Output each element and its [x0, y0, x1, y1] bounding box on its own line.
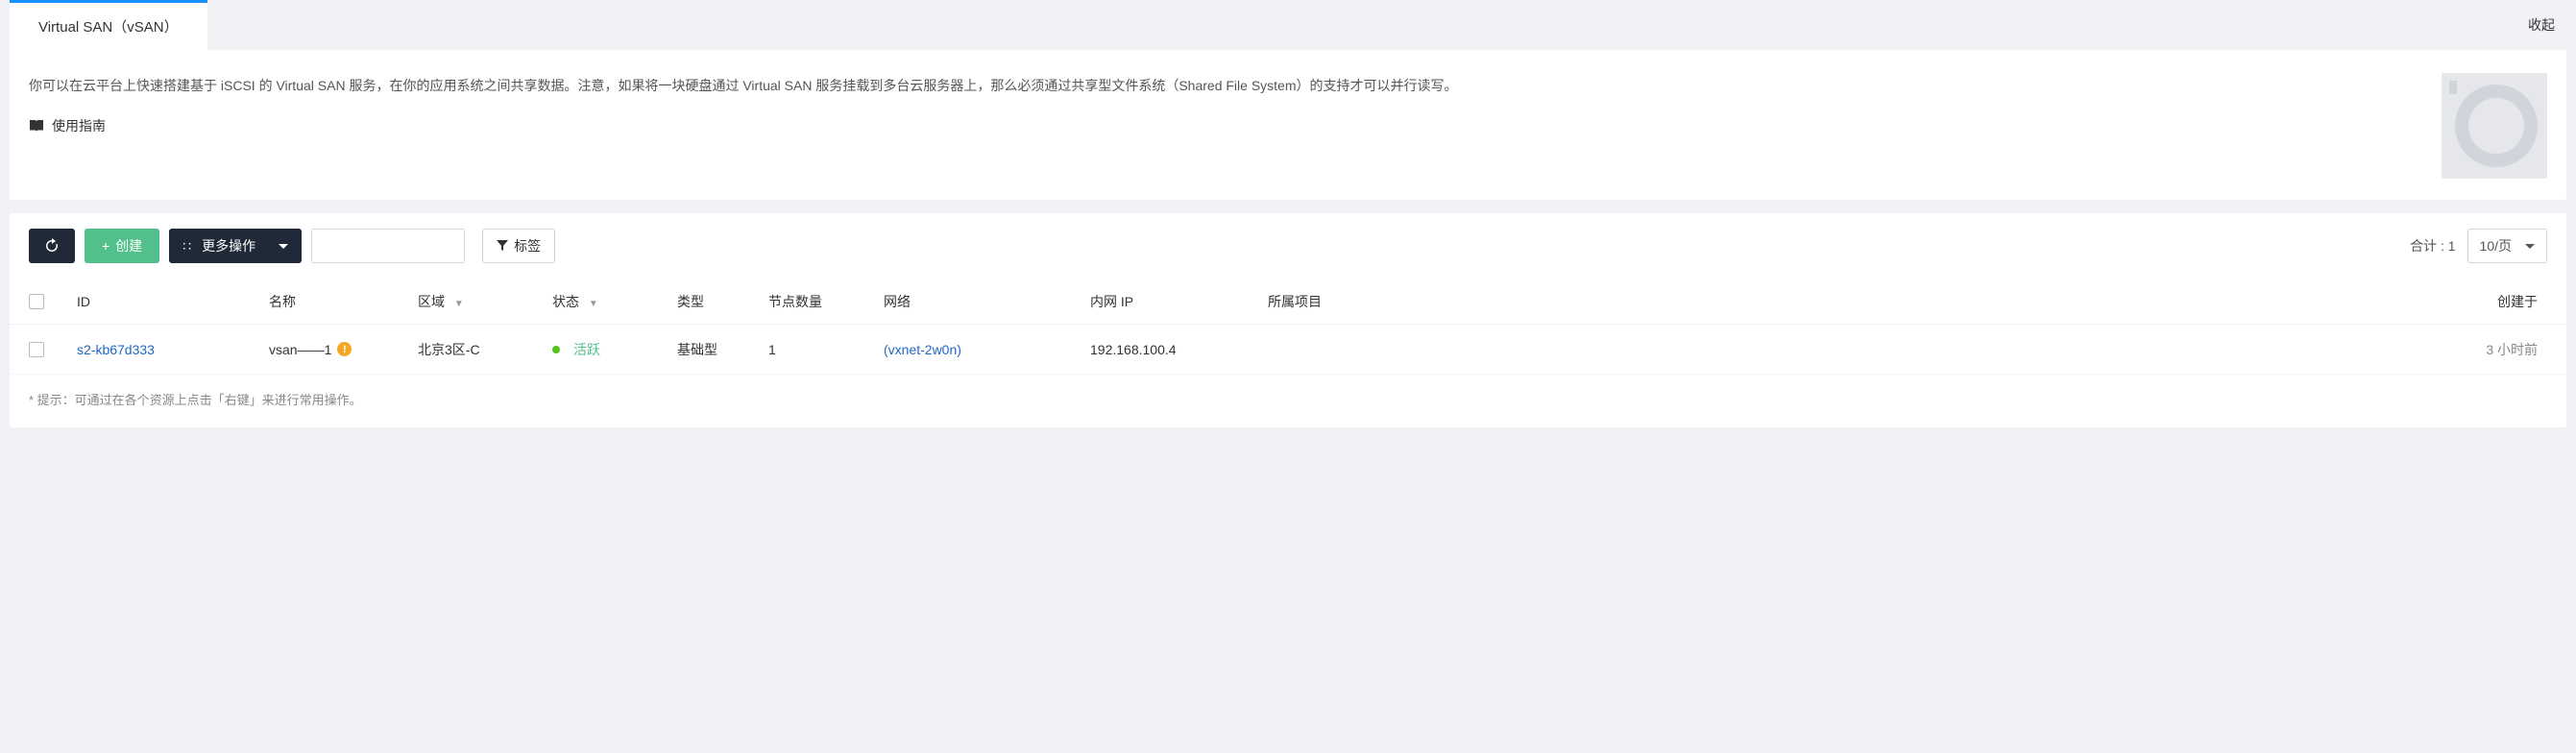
- filter-icon: [497, 240, 508, 252]
- header-id[interactable]: ID: [77, 294, 269, 309]
- total-count: 1: [2448, 238, 2456, 254]
- tag-button[interactable]: 标签: [482, 229, 555, 263]
- more-actions-button[interactable]: ∷ 更多操作: [169, 229, 302, 263]
- cell-status: 活跃: [552, 340, 677, 359]
- header-project[interactable]: 所属项目: [1268, 292, 1378, 311]
- id-link[interactable]: s2-kb67d333: [77, 342, 155, 357]
- guide-link[interactable]: 使用指南: [29, 116, 2403, 135]
- guide-label: 使用指南: [52, 116, 106, 135]
- search-input[interactable]: [311, 229, 465, 263]
- total-prefix: 合计 :: [2410, 238, 2448, 254]
- more-label: 更多操作: [202, 236, 255, 255]
- header-region[interactable]: 区域 ▼: [418, 292, 552, 311]
- row-checkbox[interactable]: [29, 342, 44, 357]
- status-text: 活跃: [573, 340, 600, 359]
- sort-icon: ▼: [454, 299, 464, 309]
- cell-id: s2-kb67d333: [77, 342, 269, 357]
- book-icon: [29, 119, 44, 133]
- cell-type: 基础型: [677, 340, 768, 359]
- header-row: Virtual SAN（vSAN） 收起: [0, 0, 2576, 50]
- refresh-icon: [44, 238, 60, 254]
- header-status-label: 状态: [552, 294, 579, 309]
- toolbar: + 创建 ∷ 更多操作 标签 合计 : 1 1: [10, 213, 2566, 279]
- chevron-down-icon: [2525, 244, 2535, 249]
- plus-icon: +: [102, 238, 109, 254]
- dots-icon: ∷: [182, 238, 192, 255]
- tab-vsan[interactable]: Virtual SAN（vSAN）: [10, 0, 207, 50]
- toolbar-left: + 创建 ∷ 更多操作 标签: [29, 229, 555, 263]
- total-label: 合计 : 1: [2410, 236, 2455, 255]
- table-header: ID 名称 区域 ▼ 状态 ▼ 类型 节点数量 网络 内网 IP 所属项目 创建…: [10, 279, 2566, 325]
- toolbar-right: 合计 : 1 10/页: [2410, 229, 2547, 263]
- row-checkbox-cell: [29, 342, 77, 357]
- chevron-down-icon: [279, 244, 288, 249]
- cell-ip: 192.168.100.4: [1090, 342, 1268, 357]
- info-left: 你可以在云平台上快速搭建基于 iSCSI 的 Virtual SAN 服务，在你…: [29, 73, 2442, 135]
- header-type[interactable]: 类型: [677, 292, 768, 311]
- page-size-select[interactable]: 10/页: [2467, 229, 2547, 263]
- cell-region: 北京3区-C: [418, 340, 552, 359]
- header-name[interactable]: 名称: [269, 292, 418, 311]
- hint-text: * 提示：可通过在各个资源上点击「右键」来进行常用操作。: [10, 375, 2566, 408]
- tabs: Virtual SAN（vSAN）: [0, 0, 207, 50]
- header-created[interactable]: 创建于: [1378, 292, 2547, 311]
- create-label: 创建: [115, 236, 142, 255]
- warning-icon[interactable]: !: [337, 342, 352, 356]
- tag-label: 标签: [514, 236, 541, 255]
- header-network[interactable]: 网络: [884, 292, 1090, 311]
- cell-network: (vxnet-2w0n): [884, 342, 1090, 357]
- info-description: 你可以在云平台上快速搭建基于 iSCSI 的 Virtual SAN 服务，在你…: [29, 73, 2403, 99]
- main-card: + 创建 ∷ 更多操作 标签 合计 : 1 1: [10, 213, 2566, 427]
- header-nodes[interactable]: 节点数量: [768, 292, 884, 311]
- status-dot-icon: [552, 346, 560, 353]
- refresh-button[interactable]: [29, 229, 75, 263]
- info-card: 你可以在云平台上快速搭建基于 iSCSI 的 Virtual SAN 服务，在你…: [10, 50, 2566, 200]
- table: ID 名称 区域 ▼ 状态 ▼ 类型 节点数量 网络 内网 IP 所属项目 创建…: [10, 279, 2566, 375]
- collapse-label: 收起: [2528, 17, 2555, 33]
- create-button[interactable]: + 创建: [85, 229, 159, 263]
- name-text: vsan——1: [269, 342, 331, 357]
- select-all-checkbox[interactable]: [29, 294, 44, 309]
- header-status[interactable]: 状态 ▼: [552, 292, 677, 311]
- collapse-button[interactable]: 收起: [2507, 2, 2576, 48]
- sort-icon: ▼: [589, 299, 598, 309]
- table-row[interactable]: s2-kb67d333 vsan——1 ! 北京3区-C 活跃 基础型 1 (v…: [10, 325, 2566, 375]
- cell-name: vsan——1 !: [269, 342, 418, 357]
- tab-label: Virtual SAN（vSAN）: [38, 19, 179, 36]
- cell-nodes: 1: [768, 342, 884, 357]
- cell-created: 3 小时前: [1378, 340, 2547, 359]
- header-ip[interactable]: 内网 IP: [1090, 292, 1268, 311]
- page-size-value: 10/页: [2480, 236, 2512, 255]
- header-checkbox-cell: [29, 294, 77, 309]
- vsan-illustration: [2442, 73, 2547, 179]
- network-link[interactable]: (vxnet-2w0n): [884, 342, 961, 357]
- header-region-label: 区域: [418, 294, 445, 309]
